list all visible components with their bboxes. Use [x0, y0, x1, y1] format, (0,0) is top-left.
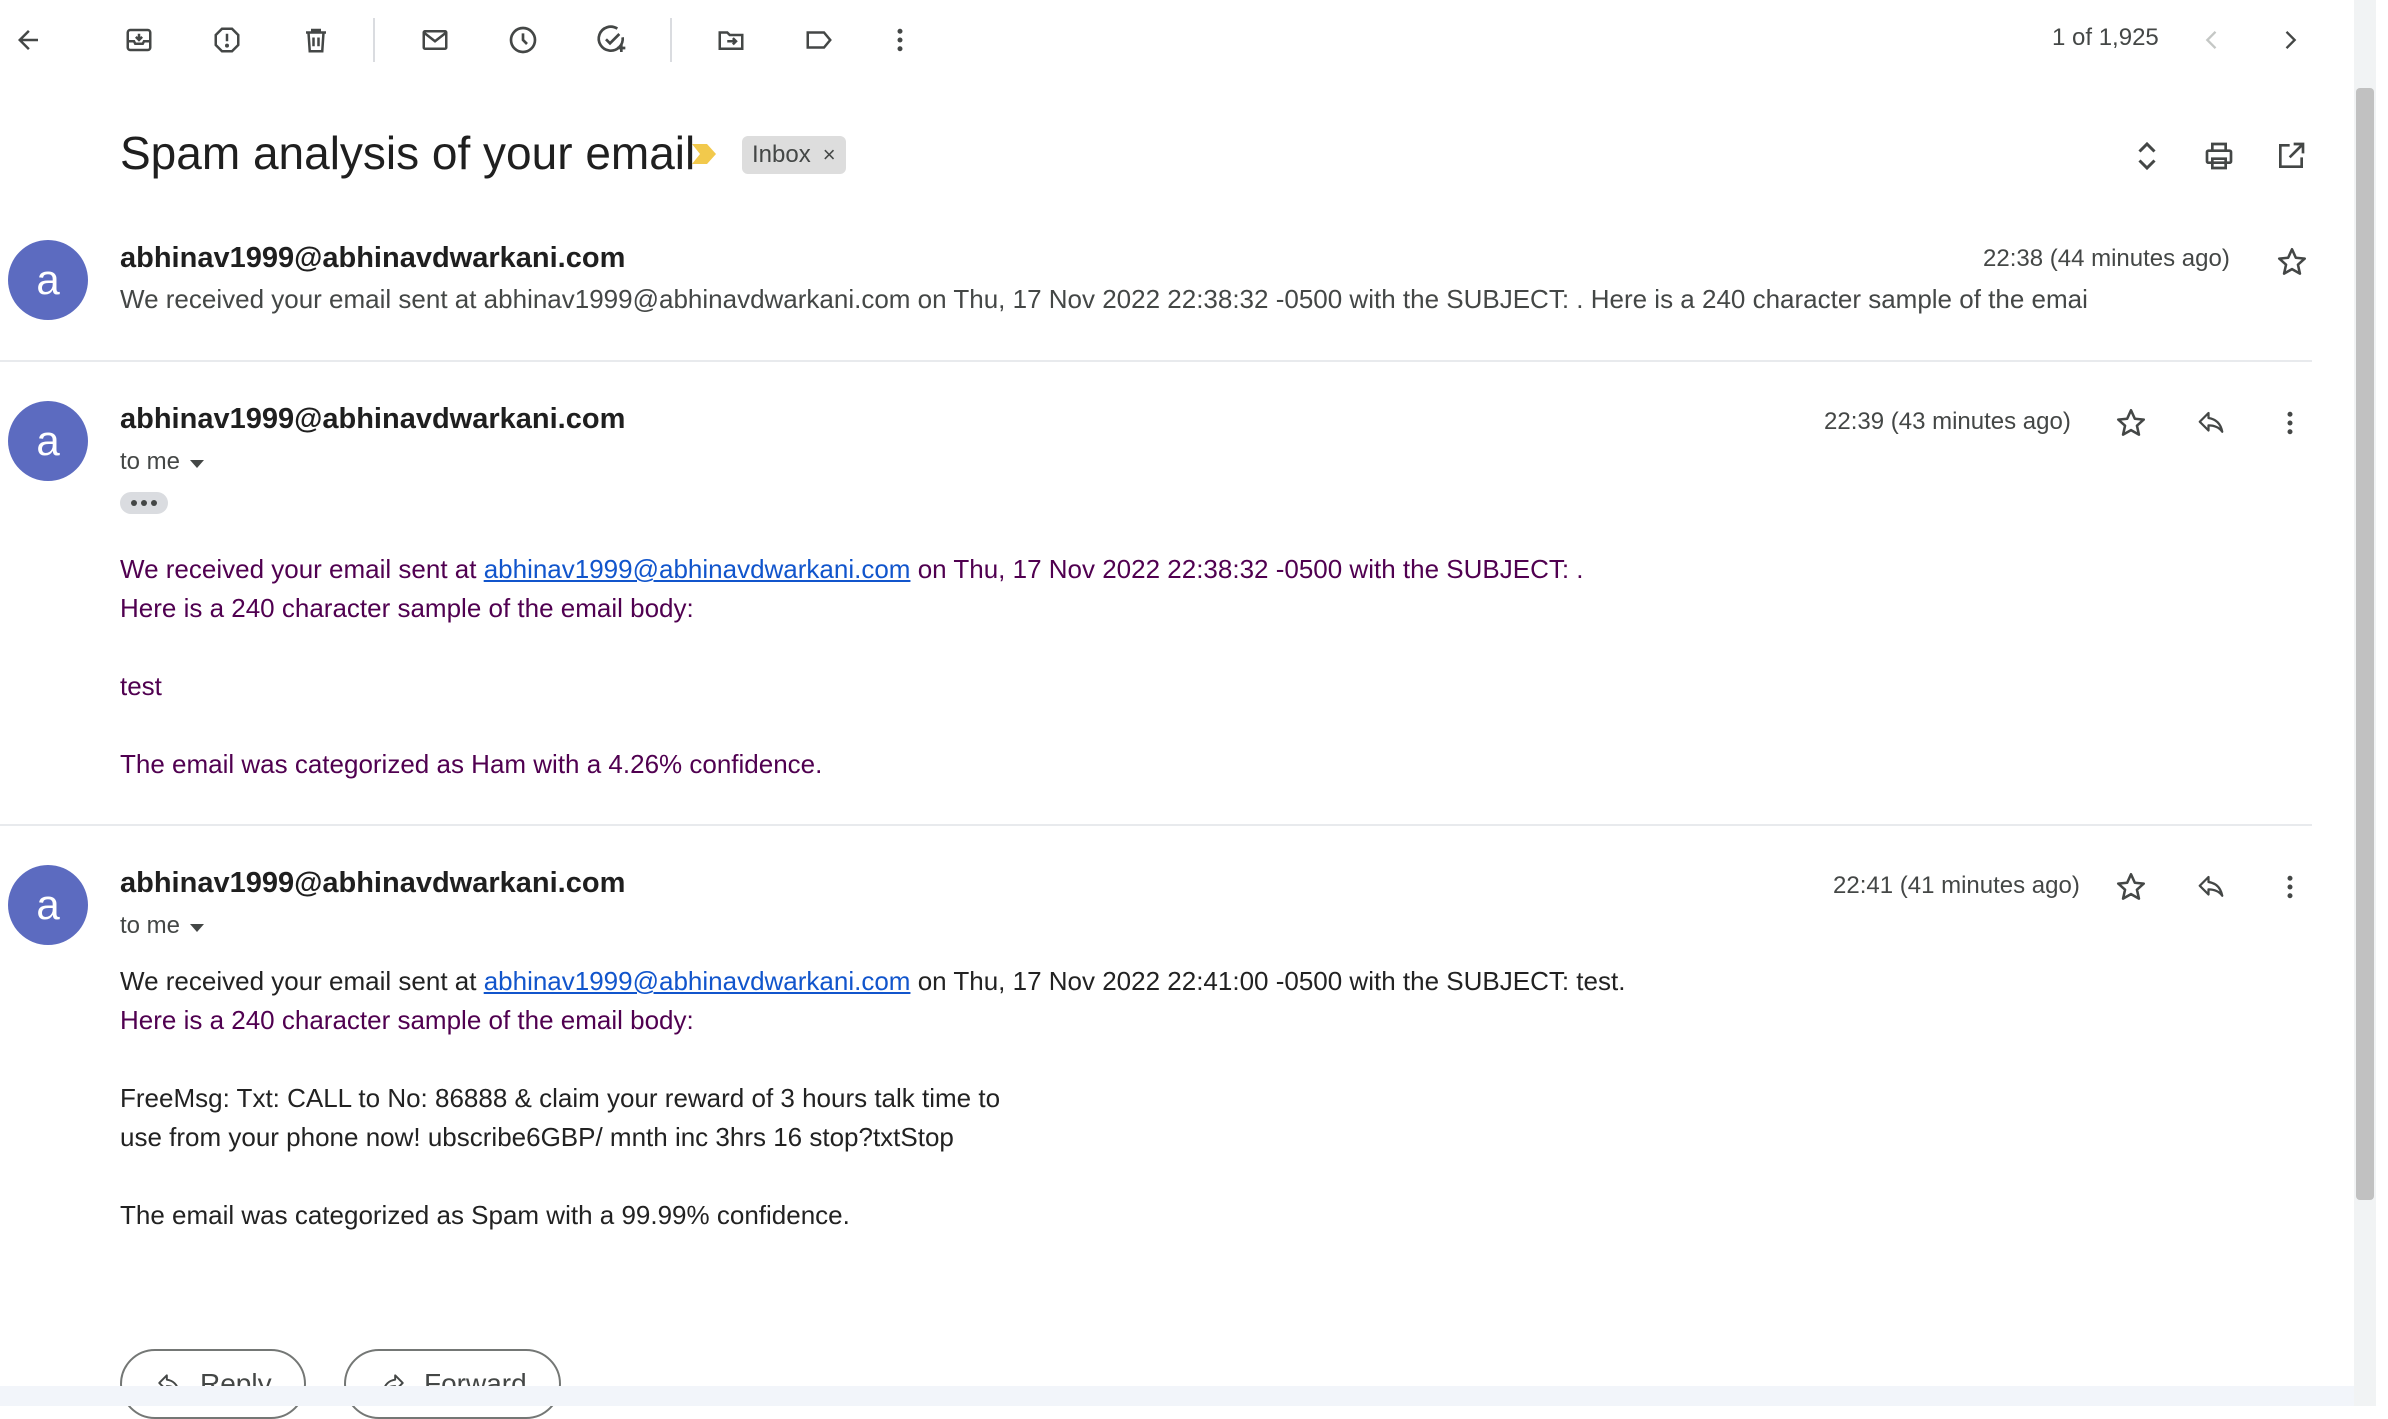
message-time: 22:38 (44 minutes ago)	[1983, 245, 2230, 272]
label-icon	[803, 25, 835, 55]
expand-all-icon	[2134, 138, 2160, 174]
expand-all-button[interactable]	[2122, 131, 2172, 181]
star-icon	[2275, 245, 2309, 279]
print-all-button[interactable]	[2194, 131, 2244, 181]
move-to-button[interactable]	[706, 15, 756, 65]
message-snippet: We received your email sent at abhinav19…	[120, 284, 2088, 314]
email-link[interactable]: abhinav1999@abhinavdwarkani.com	[484, 966, 911, 996]
toolbar: 1 of 1,925	[0, 0, 2360, 80]
back-arrow-icon	[13, 25, 43, 55]
more-vert-icon	[2275, 872, 2305, 902]
reply-icon	[2194, 408, 2228, 438]
recipient-text: to me	[120, 912, 181, 939]
remove-label-icon[interactable]: ×	[823, 142, 836, 168]
message-time: 22:39 (43 minutes ago)	[1824, 408, 2071, 435]
more-vert-icon	[2275, 408, 2305, 438]
archive-button[interactable]	[114, 15, 164, 65]
older-button[interactable]	[2265, 15, 2315, 65]
star-icon	[2114, 870, 2148, 904]
caret-down-icon	[190, 923, 205, 932]
recipient-text: to me	[120, 448, 181, 475]
report-spam-icon	[212, 25, 242, 55]
star-icon	[2114, 406, 2148, 440]
back-button[interactable]	[3, 15, 53, 65]
delete-button[interactable]	[291, 15, 341, 65]
star-button[interactable]	[2106, 398, 2156, 448]
toolbar-divider	[373, 18, 375, 62]
mark-unread-button[interactable]	[410, 15, 460, 65]
add-task-icon	[595, 24, 629, 56]
caret-down-icon	[190, 459, 205, 468]
inbox-label-chip[interactable]: Inbox ×	[742, 136, 846, 174]
reply-icon	[2194, 872, 2228, 902]
avatar[interactable]: a	[8, 401, 88, 481]
importance-marker-icon[interactable]	[690, 142, 718, 166]
more-options-button[interactable]	[875, 15, 925, 65]
add-to-tasks-button[interactable]	[587, 15, 637, 65]
delete-icon	[301, 25, 331, 55]
snooze-icon	[507, 24, 539, 56]
message-divider	[0, 824, 2312, 826]
bottom-edge	[0, 1386, 2376, 1406]
body-line: Here is a 240 character sample of the em…	[120, 593, 694, 623]
email-body-sample: use from your phone now! ubscribe6GBP/ m…	[120, 1122, 954, 1152]
open-new-window-icon	[2275, 140, 2307, 172]
newer-button[interactable]	[2187, 15, 2237, 65]
snooze-button[interactable]	[498, 15, 548, 65]
sender-name[interactable]: abhinav1999@abhinavdwarkani.com	[120, 242, 625, 275]
pagination-count: 1 of 1,925	[2052, 24, 2159, 51]
label-chip-text: Inbox	[752, 141, 811, 168]
star-button[interactable]	[2106, 862, 2156, 912]
email-link[interactable]: abhinav1999@abhinavdwarkani.com	[484, 554, 911, 584]
toolbar-divider	[670, 18, 672, 62]
body-line: We received your email sent at abhinav19…	[120, 966, 1626, 996]
recipient-details-toggle[interactable]: to me	[120, 448, 205, 476]
more-options-button[interactable]	[2265, 862, 2315, 912]
sender-name[interactable]: abhinav1999@abhinavdwarkani.com	[120, 867, 625, 900]
email-subject: Spam analysis of your email	[120, 127, 696, 179]
reply-button[interactable]	[2186, 862, 2236, 912]
archive-icon	[124, 25, 154, 55]
categorization-result: The email was categorized as Spam with a…	[120, 1200, 850, 1230]
star-button[interactable]	[2267, 237, 2317, 287]
forward-action-button[interactable]: Forward	[344, 1349, 561, 1419]
message-time: 22:41 (41 minutes ago)	[1833, 872, 2080, 899]
email-body-sample: test	[120, 671, 162, 701]
print-icon	[2202, 140, 2236, 172]
open-new-window-button[interactable]	[2266, 131, 2316, 181]
email-body-sample: FreeMsg: Txt: CALL to No: 86888 & claim …	[120, 1083, 1001, 1113]
chevron-right-icon	[2276, 26, 2304, 54]
report-spam-button[interactable]	[202, 15, 252, 65]
show-trimmed-content-button[interactable]	[120, 492, 168, 514]
body-line: We received your email sent at abhinav19…	[120, 554, 1584, 584]
avatar[interactable]: a	[8, 240, 88, 320]
sender-name[interactable]: abhinav1999@abhinavdwarkani.com	[120, 403, 625, 436]
reply-action-button[interactable]: Reply	[120, 1349, 306, 1419]
avatar[interactable]: a	[8, 865, 88, 945]
more-vert-icon	[885, 25, 915, 55]
reply-button[interactable]	[2186, 398, 2236, 448]
mark-unread-icon	[419, 25, 451, 55]
more-options-button[interactable]	[2265, 398, 2315, 448]
labels-button[interactable]	[794, 15, 844, 65]
body-line: Here is a 240 character sample of the em…	[120, 1005, 694, 1035]
categorization-result: The email was categorized as Ham with a …	[120, 749, 823, 779]
message-divider	[0, 360, 2312, 362]
move-to-icon	[715, 25, 747, 55]
chevron-left-icon	[2198, 26, 2226, 54]
scrollbar-thumb[interactable]	[2356, 88, 2374, 1200]
recipient-details-toggle[interactable]: to me	[120, 912, 205, 940]
